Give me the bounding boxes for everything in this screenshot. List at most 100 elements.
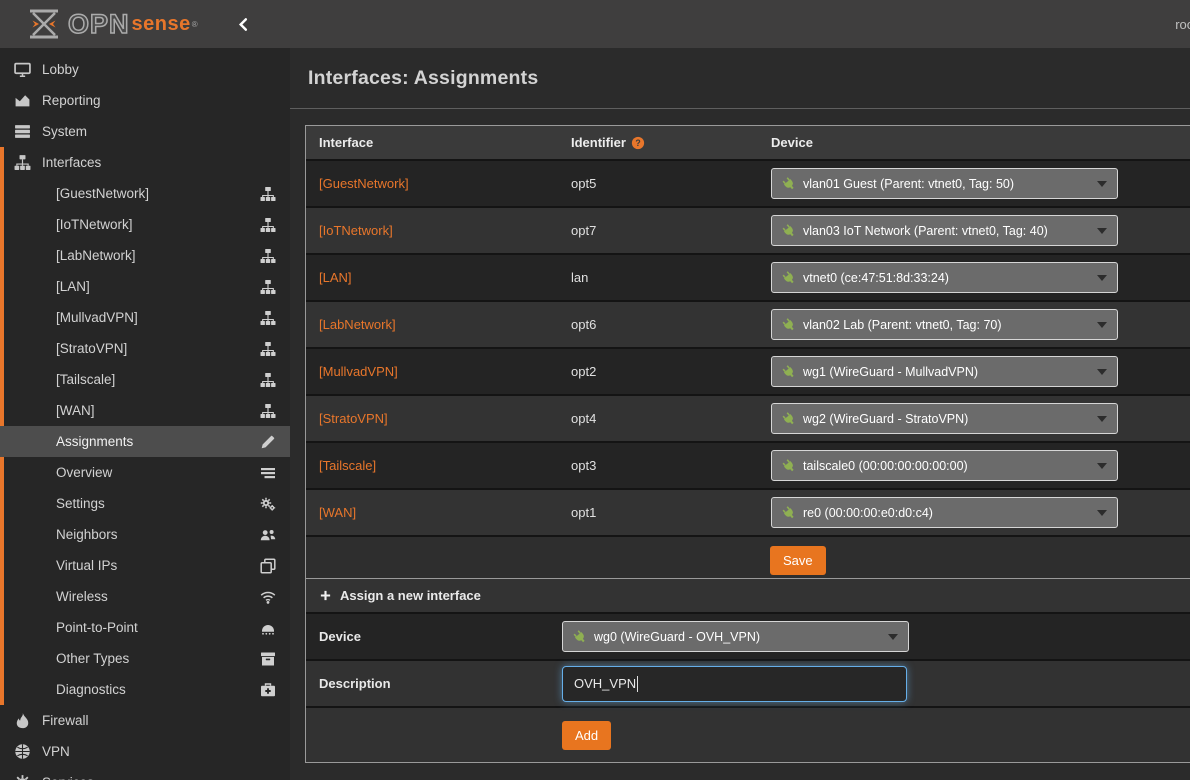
sidebar-item-mullvadvpn[interactable]: [MullvadVPN] [0,302,290,333]
interface-link[interactable]: [IoTNetwork] [319,223,393,238]
sidebar-item-point-to-point[interactable]: Point-to-Point [0,612,290,643]
table-header-row: Interface Identifier ? Device [306,126,1190,159]
interface-link[interactable]: [StratoVPN] [319,411,388,426]
device-select[interactable]: vlan01 Guest (Parent: vtnet0, Tag: 50) [771,168,1118,199]
sidebar-item-overview[interactable]: Overview [0,457,290,488]
gear-icon [14,774,31,780]
description-value: OVH_VPN [574,676,636,691]
interface-link[interactable]: [MullvadVPN] [319,364,398,379]
caret-down-icon [1097,416,1107,422]
text-cursor [637,676,638,692]
device-select[interactable]: wg2 (WireGuard - StratoVPN) [771,403,1118,434]
device-select[interactable]: vtnet0 (ce:47:51:8d:33:24) [771,262,1118,293]
sidebar-item-tailscale[interactable]: [Tailscale] [0,364,290,395]
sidebar-item-reporting[interactable]: Reporting [0,85,290,116]
sidebar-item-assignments[interactable]: Assignments [0,426,290,457]
fire-icon [14,712,31,729]
plus-icon [319,589,332,602]
interface-link[interactable]: [LabNetwork] [319,317,396,332]
sidebar-item-other-types[interactable]: Other Types [0,643,290,674]
server-icon [14,123,31,140]
sidebar-item-vpn[interactable]: VPN [0,736,290,767]
sidebar-item-guestnetwork[interactable]: [GuestNetwork] [0,178,290,209]
caret-down-icon [1097,181,1107,187]
sidebar-item-label: Diagnostics [56,682,126,697]
caret-down-icon [1097,228,1107,234]
device-select[interactable]: tailscale0 (00:00:00:00:00:00) [771,450,1118,481]
plug-icon [779,409,799,429]
area-chart-icon [14,92,31,109]
device-select-value: vlan01 Guest (Parent: vtnet0, Tag: 50) [803,177,1014,191]
sidebar-item-virtual-ips[interactable]: Virtual IPs [0,550,290,581]
interface-link[interactable]: [Tailscale] [319,458,376,473]
interface-link[interactable]: [GuestNetwork] [319,176,409,191]
sidebar-item-firewall[interactable]: Firewall [0,705,290,736]
sidebar-item-system[interactable]: System [0,116,290,147]
device-select-value: tailscale0 (00:00:00:00:00:00) [803,459,968,473]
device-select-value: re0 (00:00:00:e0:d0:c4) [803,506,933,520]
device-select-value: vtnet0 (ce:47:51:8d:33:24) [803,271,949,285]
sidebar-item-neighbors[interactable]: Neighbors [0,519,290,550]
sidebar-item-label: Virtual IPs [56,558,117,573]
add-button[interactable]: Add [562,721,611,750]
medkit-icon [260,682,276,698]
sidebar-item-label: [LabNetwork] [56,248,136,263]
sitemap-icon [260,341,276,357]
device-row: Device wg0 (WireGuard - OVH_VPN) [306,612,1190,659]
new-device-select[interactable]: wg0 (WireGuard - OVH_VPN) [562,621,909,652]
description-input[interactable]: OVH_VPN [562,666,907,702]
save-button[interactable]: Save [770,546,826,575]
caret-down-icon [1097,369,1107,375]
globe-icon [14,743,31,760]
sidebar-item-label: Interfaces [42,155,101,170]
device-select-value: wg2 (WireGuard - StratoVPN) [803,412,968,426]
assignments-table: Interface Identifier ? Device [GuestNetw… [305,125,1190,584]
wifi-icon [260,589,276,605]
sidebar-item-services[interactable]: Services [0,767,290,780]
plug-icon [779,315,799,335]
sidebar-item-lobby[interactable]: Lobby [0,54,290,85]
device-select[interactable]: re0 (00:00:00:e0:d0:c4) [771,497,1118,528]
archive-icon [260,651,276,667]
question-circle-icon[interactable]: ? [631,136,645,150]
sidebar-item-wan[interactable]: [WAN] [0,395,290,426]
assign-new-interface-panel: Assign a new interface Device wg0 (WireG… [305,578,1190,763]
chevron-left-icon[interactable] [236,17,251,32]
sidebar-item-wireless[interactable]: Wireless [0,581,290,612]
caret-down-icon [1097,322,1107,328]
cogs-icon [260,496,276,512]
column-header-device: Device [758,135,1190,150]
list-icon [260,465,276,481]
sidebar-item-label: [WAN] [56,403,95,418]
sitemap-icon [260,217,276,233]
user-menu[interactable]: roo [1175,17,1190,32]
column-header-interface: Interface [306,135,558,150]
table-row-wan: [WAN]opt1re0 (00:00:00:e0:d0:c4) [306,488,1190,535]
sidebar-item-interfaces[interactable]: Interfaces [0,147,290,178]
assign-new-header: Assign a new interface [306,579,1190,612]
interface-link[interactable]: [LAN] [319,270,352,285]
device-select[interactable]: vlan03 IoT Network (Parent: vtnet0, Tag:… [771,215,1118,246]
sidebar-item-label: Wireless [56,589,108,604]
sidebar-item-labnetwork[interactable]: [LabNetwork] [0,240,290,271]
sidebar-item-iotnetwork[interactable]: [IoTNetwork] [0,209,290,240]
plug-icon [779,503,799,523]
device-select[interactable]: wg1 (WireGuard - MullvadVPN) [771,356,1118,387]
sidebar-item-label: [Tailscale] [56,372,115,387]
opnsense-logo[interactable]: OPN sense ® [26,9,198,39]
interface-link[interactable]: [WAN] [319,505,356,520]
sidebar-item-stratovpn[interactable]: [StratoVPN] [0,333,290,364]
sidebar-item-label: Assignments [56,434,133,449]
sidebar-item-lan[interactable]: [LAN] [0,271,290,302]
device-select[interactable]: vlan02 Lab (Parent: vtnet0, Tag: 70) [771,309,1118,340]
sidebar-item-diagnostics[interactable]: Diagnostics [0,674,290,705]
sidebar-item-label: Settings [56,496,105,511]
plug-icon [779,362,799,382]
sidebar-item-label: Reporting [42,93,101,108]
caret-down-icon [1097,275,1107,281]
device-select-value: vlan03 IoT Network (Parent: vtnet0, Tag:… [803,224,1048,238]
opnsense-logo-icon [26,9,62,39]
table-row-labnetwork: [LabNetwork]opt6vlan02 Lab (Parent: vtne… [306,300,1190,347]
device-select-value: vlan02 Lab (Parent: vtnet0, Tag: 70) [803,318,1002,332]
sidebar-item-settings[interactable]: Settings [0,488,290,519]
